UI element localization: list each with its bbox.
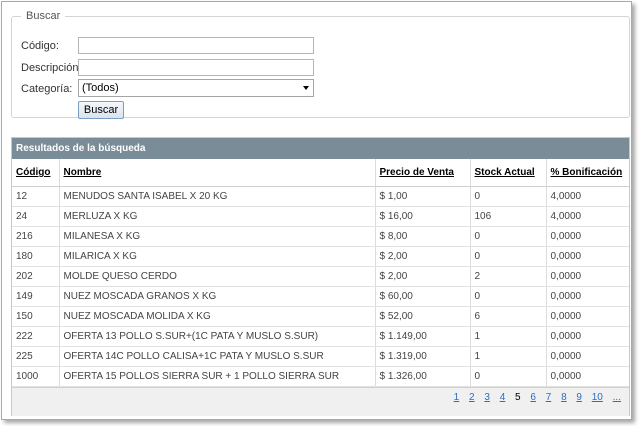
cell-codigo: 150 bbox=[12, 306, 60, 327]
categoria-select[interactable]: (Todos) bbox=[78, 79, 314, 97]
codigo-input[interactable] bbox=[78, 37, 314, 54]
cell-precio: $ 52,00 bbox=[375, 306, 471, 327]
page-link-1[interactable]: 1 bbox=[454, 392, 460, 403]
page-link-8[interactable]: 8 bbox=[561, 392, 567, 403]
cell-stock: 1 bbox=[470, 326, 547, 347]
cell-stock: 106 bbox=[470, 206, 547, 227]
cell-codigo: 225 bbox=[12, 346, 60, 367]
table-row[interactable]: 202 MOLDE QUESO CERDO $ 2,00 2 0,0000 bbox=[12, 266, 629, 287]
table-row[interactable]: 180 MILARICA X KG $ 2,00 0 0,0000 bbox=[12, 246, 629, 267]
cell-bonificacion: 0,0000 bbox=[546, 286, 629, 307]
cell-precio: $ 1.149,00 bbox=[375, 326, 471, 347]
cell-bonificacion: 0,0000 bbox=[546, 306, 629, 327]
cell-codigo: 1000 bbox=[12, 366, 60, 387]
cell-nombre: OFERTA 13 POLLO S.SUR+(1C PATA Y MUSLO S… bbox=[59, 326, 376, 347]
descripcion-input[interactable] bbox=[78, 59, 314, 76]
pagination: 1 2 3 4 5 6 7 8 9 10 ... bbox=[12, 387, 629, 416]
cell-codigo: 202 bbox=[12, 266, 60, 287]
window-frame: Buscar Código: Descripción: Categoría: (… bbox=[1, 1, 632, 420]
categoria-label: Categoría: bbox=[21, 83, 73, 95]
table-row[interactable]: 150 NUEZ MOSCADA MOLIDA X KG $ 52,00 6 0… bbox=[12, 306, 629, 327]
cell-stock: 0 bbox=[470, 186, 547, 207]
col-header-codigo[interactable]: Código bbox=[12, 159, 60, 187]
table-row[interactable]: 24 MERLUZA X KG $ 16,00 106 4,0000 bbox=[12, 206, 629, 227]
cell-nombre: NUEZ MOSCADA MOLIDA X KG bbox=[59, 306, 376, 327]
search-legend: Buscar bbox=[26, 10, 61, 22]
col-header-precio[interactable]: Precio de Venta bbox=[375, 159, 471, 187]
results-panel: Resultados de la búsqueda Código Nombre … bbox=[11, 137, 630, 416]
cell-bonificacion: 0,0000 bbox=[546, 326, 629, 347]
col-header-nombre[interactable]: Nombre bbox=[59, 159, 376, 187]
col-header-bonificacion[interactable]: % Bonificación bbox=[546, 159, 629, 187]
cell-bonificacion: 4,0000 bbox=[546, 206, 629, 227]
table-row[interactable]: 225 OFERTA 14C POLLO CALISA+1C PATA Y MU… bbox=[12, 346, 629, 367]
results-title: Resultados de la búsqueda bbox=[12, 138, 629, 159]
table-header-row: Código Nombre Precio de Venta Stock Actu… bbox=[12, 159, 629, 187]
cell-stock: 0 bbox=[470, 366, 547, 387]
cell-precio: $ 1.326,00 bbox=[375, 366, 471, 387]
cell-codigo: 24 bbox=[12, 206, 60, 227]
cell-stock: 6 bbox=[470, 306, 547, 327]
cell-codigo: 180 bbox=[12, 246, 60, 267]
cell-codigo: 222 bbox=[12, 326, 60, 347]
page-link-6[interactable]: 6 bbox=[530, 392, 536, 403]
page-link-2[interactable]: 2 bbox=[469, 392, 475, 403]
categoria-selected-value: (Todos) bbox=[82, 82, 119, 94]
cell-precio: $ 1.319,00 bbox=[375, 346, 471, 367]
cell-stock: 2 bbox=[470, 266, 547, 287]
cell-nombre: MILARICA X KG bbox=[59, 246, 376, 267]
table-row[interactable]: 222 OFERTA 13 POLLO S.SUR+(1C PATA Y MUS… bbox=[12, 326, 629, 347]
cell-bonificacion: 0,0000 bbox=[546, 346, 629, 367]
table-row[interactable]: 12 MENUDOS SANTA ISABEL X 20 KG $ 1,00 0… bbox=[12, 186, 629, 207]
cell-stock: 1 bbox=[470, 346, 547, 367]
cell-bonificacion: 0,0000 bbox=[546, 266, 629, 287]
cell-precio: $ 8,00 bbox=[375, 226, 471, 247]
cell-bonificacion: 4,0000 bbox=[546, 186, 629, 207]
cell-stock: 0 bbox=[470, 246, 547, 267]
cell-nombre: NUEZ MOSCADA GRANOS X KG bbox=[59, 286, 376, 307]
codigo-label: Código: bbox=[21, 40, 59, 52]
cell-nombre: MOLDE QUESO CERDO bbox=[59, 266, 376, 287]
page-link-3[interactable]: 3 bbox=[484, 392, 490, 403]
cell-nombre: OFERTA 15 POLLOS SIERRA SUR + 1 POLLO SI… bbox=[59, 366, 376, 387]
cell-precio: $ 2,00 bbox=[375, 266, 471, 287]
col-header-stock[interactable]: Stock Actual bbox=[470, 159, 547, 187]
cell-precio: $ 16,00 bbox=[375, 206, 471, 227]
cell-nombre: MILANESA X KG bbox=[59, 226, 376, 247]
cell-codigo: 216 bbox=[12, 226, 60, 247]
table-row[interactable]: 1000 OFERTA 15 POLLOS SIERRA SUR + 1 POL… bbox=[12, 366, 629, 387]
page-link-9[interactable]: 9 bbox=[576, 392, 582, 403]
cell-stock: 0 bbox=[470, 286, 547, 307]
cell-precio: $ 1,00 bbox=[375, 186, 471, 207]
cell-codigo: 12 bbox=[12, 186, 60, 207]
cell-bonificacion: 0,0000 bbox=[546, 226, 629, 247]
page-current-5: 5 bbox=[515, 392, 521, 403]
cell-precio: $ 2,00 bbox=[375, 246, 471, 267]
table-row[interactable]: 149 NUEZ MOSCADA GRANOS X KG $ 60,00 0 0… bbox=[12, 286, 629, 307]
page-link-7[interactable]: 7 bbox=[546, 392, 552, 403]
page-link-4[interactable]: 4 bbox=[500, 392, 506, 403]
descripcion-label: Descripción: bbox=[21, 62, 82, 74]
buscar-button[interactable]: Buscar bbox=[78, 101, 124, 119]
cell-stock: 0 bbox=[470, 226, 547, 247]
cell-nombre: MERLUZA X KG bbox=[59, 206, 376, 227]
cell-nombre: MENUDOS SANTA ISABEL X 20 KG bbox=[59, 186, 376, 207]
cell-bonificacion: 0,0000 bbox=[546, 246, 629, 267]
results-table: Código Nombre Precio de Venta Stock Actu… bbox=[12, 159, 629, 387]
cell-bonificacion: 0,0000 bbox=[546, 366, 629, 387]
table-row[interactable]: 216 MILANESA X KG $ 8,00 0 0,0000 bbox=[12, 226, 629, 247]
chevron-down-icon bbox=[303, 86, 309, 90]
cell-nombre: OFERTA 14C POLLO CALISA+1C PATA Y MUSLO … bbox=[59, 346, 376, 367]
page-link-more[interactable]: ... bbox=[613, 392, 621, 403]
cell-codigo: 149 bbox=[12, 286, 60, 307]
page-link-10[interactable]: 10 bbox=[592, 392, 603, 403]
cell-precio: $ 60,00 bbox=[375, 286, 471, 307]
search-panel: Buscar Código: Descripción: Categoría: (… bbox=[11, 10, 630, 119]
